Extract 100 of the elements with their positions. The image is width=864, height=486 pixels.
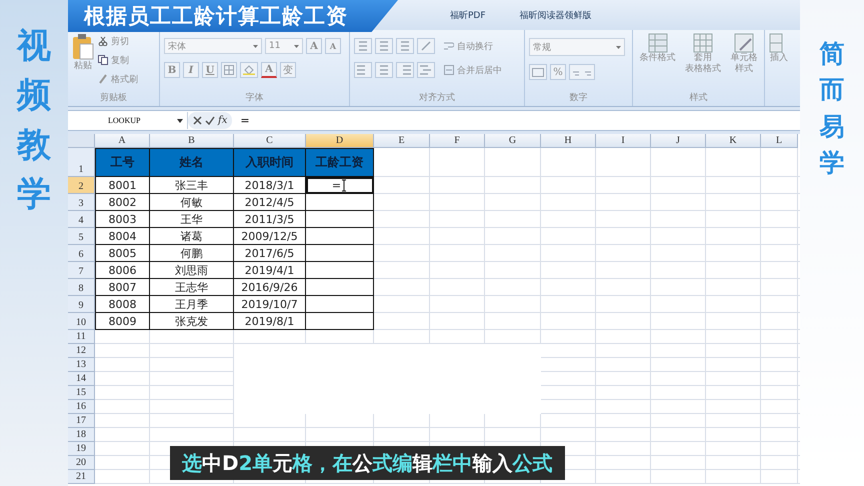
row-header[interactable]: 21 bbox=[68, 470, 95, 484]
row-header[interactable]: 3 bbox=[68, 194, 95, 211]
row-header[interactable]: 4 bbox=[68, 211, 95, 228]
table-cell: 2019/10/7 bbox=[234, 296, 306, 313]
group-label: 对齐方式 bbox=[418, 92, 456, 105]
dropdown-icon bbox=[177, 118, 183, 122]
table-cell: 诸葛 bbox=[150, 228, 234, 245]
column-header[interactable]: D bbox=[306, 134, 374, 148]
cell-style-icon bbox=[734, 33, 754, 53]
lines-icon bbox=[357, 41, 369, 51]
table-cell: 8009 bbox=[95, 313, 150, 330]
table-cell: 王华 bbox=[150, 211, 234, 228]
brush-icon bbox=[98, 74, 108, 84]
table-cell: 8003 bbox=[95, 211, 150, 228]
column-header[interactable]: F bbox=[430, 134, 485, 148]
clipboard-icon bbox=[72, 33, 94, 61]
table-cell: 8008 bbox=[95, 296, 150, 313]
lines-icon bbox=[420, 65, 432, 75]
scissors-icon bbox=[98, 36, 108, 46]
column-header[interactable]: C bbox=[234, 134, 306, 148]
column-title: 工号 bbox=[95, 148, 150, 177]
column-title: 入职时间 bbox=[234, 148, 306, 177]
side-caption: 简而易学 bbox=[820, 38, 844, 179]
wrap-icon bbox=[444, 41, 454, 51]
table-cell: 2009/12/5 bbox=[234, 228, 306, 245]
column-header[interactable]: B bbox=[150, 134, 234, 148]
column-header[interactable]: J bbox=[651, 134, 706, 148]
table-cell: 张三丰 bbox=[150, 177, 234, 194]
table-cell: 2016/9/26 bbox=[234, 279, 306, 296]
column-header[interactable]: H bbox=[541, 134, 596, 148]
table-cell: 2019/4/1 bbox=[234, 262, 306, 279]
column-header[interactable]: E bbox=[374, 134, 430, 148]
row-header[interactable]: 18 bbox=[68, 428, 95, 442]
row-header[interactable]: 2 bbox=[68, 177, 95, 194]
row-header[interactable]: 5 bbox=[68, 228, 95, 245]
paint-bucket-icon bbox=[243, 65, 255, 75]
text-cursor-icon bbox=[341, 178, 348, 192]
title-banner: 根据员工工龄计算工龄工资 bbox=[68, 0, 398, 32]
copy-icon bbox=[98, 55, 108, 65]
cancel-icon bbox=[193, 116, 202, 125]
table-cell: 张克发 bbox=[150, 313, 234, 330]
row-header[interactable]: 16 bbox=[68, 400, 95, 414]
lines-icon bbox=[378, 65, 390, 75]
row-header[interactable]: 14 bbox=[68, 372, 95, 386]
check-icon bbox=[205, 116, 215, 125]
column-title: 工龄工资 bbox=[306, 148, 374, 177]
dropdown-icon bbox=[294, 44, 299, 48]
dropdown-icon bbox=[616, 46, 621, 48]
ribbon-tab[interactable]: 福昕阅读器领鲜版 bbox=[516, 6, 596, 24]
group-label: 样式 bbox=[688, 92, 708, 105]
table-cell: 王志华 bbox=[150, 279, 234, 296]
row-header[interactable]: 7 bbox=[68, 262, 95, 279]
group-label: 剪贴板 bbox=[99, 92, 128, 105]
insert-function-button[interactable]: fx bbox=[218, 115, 228, 126]
row-header[interactable]: 17 bbox=[68, 414, 95, 428]
column-header[interactable]: K bbox=[706, 134, 761, 148]
formula-field[interactable]: = bbox=[232, 114, 250, 127]
row-header[interactable]: 13 bbox=[68, 358, 95, 372]
row-header[interactable]: 10 bbox=[68, 313, 95, 330]
column-title: 姓名 bbox=[150, 148, 234, 177]
select-all-corner[interactable] bbox=[68, 134, 95, 148]
table-cell: 2011/3/5 bbox=[234, 211, 306, 228]
table-cell: 8001 bbox=[95, 177, 150, 194]
table-cell: 8002 bbox=[95, 194, 150, 211]
table-cell: 2019/8/1 bbox=[234, 313, 306, 330]
row-header[interactable]: 20 bbox=[68, 456, 95, 470]
lines-icon bbox=[378, 41, 390, 51]
table-cell: 8006 bbox=[95, 262, 150, 279]
table-cell: 8007 bbox=[95, 279, 150, 296]
row-header[interactable]: 11 bbox=[68, 330, 95, 344]
group-label: 数字 bbox=[568, 92, 588, 105]
column-header[interactable]: A bbox=[95, 134, 150, 148]
merge-icon bbox=[444, 65, 454, 75]
table-cell: 王月季 bbox=[150, 296, 234, 313]
table-cell: 何敏 bbox=[150, 194, 234, 211]
table-cell: 8005 bbox=[95, 245, 150, 262]
column-header[interactable]: L bbox=[761, 134, 798, 148]
table-icon bbox=[648, 33, 668, 53]
row-header[interactable]: 15 bbox=[68, 386, 95, 400]
table-cell: 2012/4/5 bbox=[234, 194, 306, 211]
side-caption: 视频教学 bbox=[17, 25, 51, 216]
lines-icon bbox=[399, 41, 411, 51]
table-cell: 何鹏 bbox=[150, 245, 234, 262]
active-cell[interactable]: = bbox=[306, 177, 374, 194]
row-header[interactable]: 9 bbox=[68, 296, 95, 313]
ribbon-tab[interactable]: 福昕PDF bbox=[446, 6, 490, 24]
column-header[interactable]: G bbox=[485, 134, 541, 148]
column-header[interactable]: I bbox=[596, 134, 651, 148]
grid-icon bbox=[224, 65, 234, 75]
table-cell: 2017/6/5 bbox=[234, 245, 306, 262]
row-header[interactable]: 12 bbox=[68, 344, 95, 358]
row-header[interactable]: 1 bbox=[68, 148, 95, 177]
subtitle: 选中D2单元格，在公式编辑栏中输入公式 bbox=[170, 446, 565, 480]
table-icon bbox=[692, 33, 713, 53]
row-header[interactable]: 6 bbox=[68, 245, 95, 262]
table-cell: 刘思雨 bbox=[150, 262, 234, 279]
dropdown-icon bbox=[253, 44, 258, 48]
group-label: 字体 bbox=[244, 92, 264, 105]
row-header[interactable]: 19 bbox=[68, 442, 95, 456]
row-header[interactable]: 8 bbox=[68, 279, 95, 296]
